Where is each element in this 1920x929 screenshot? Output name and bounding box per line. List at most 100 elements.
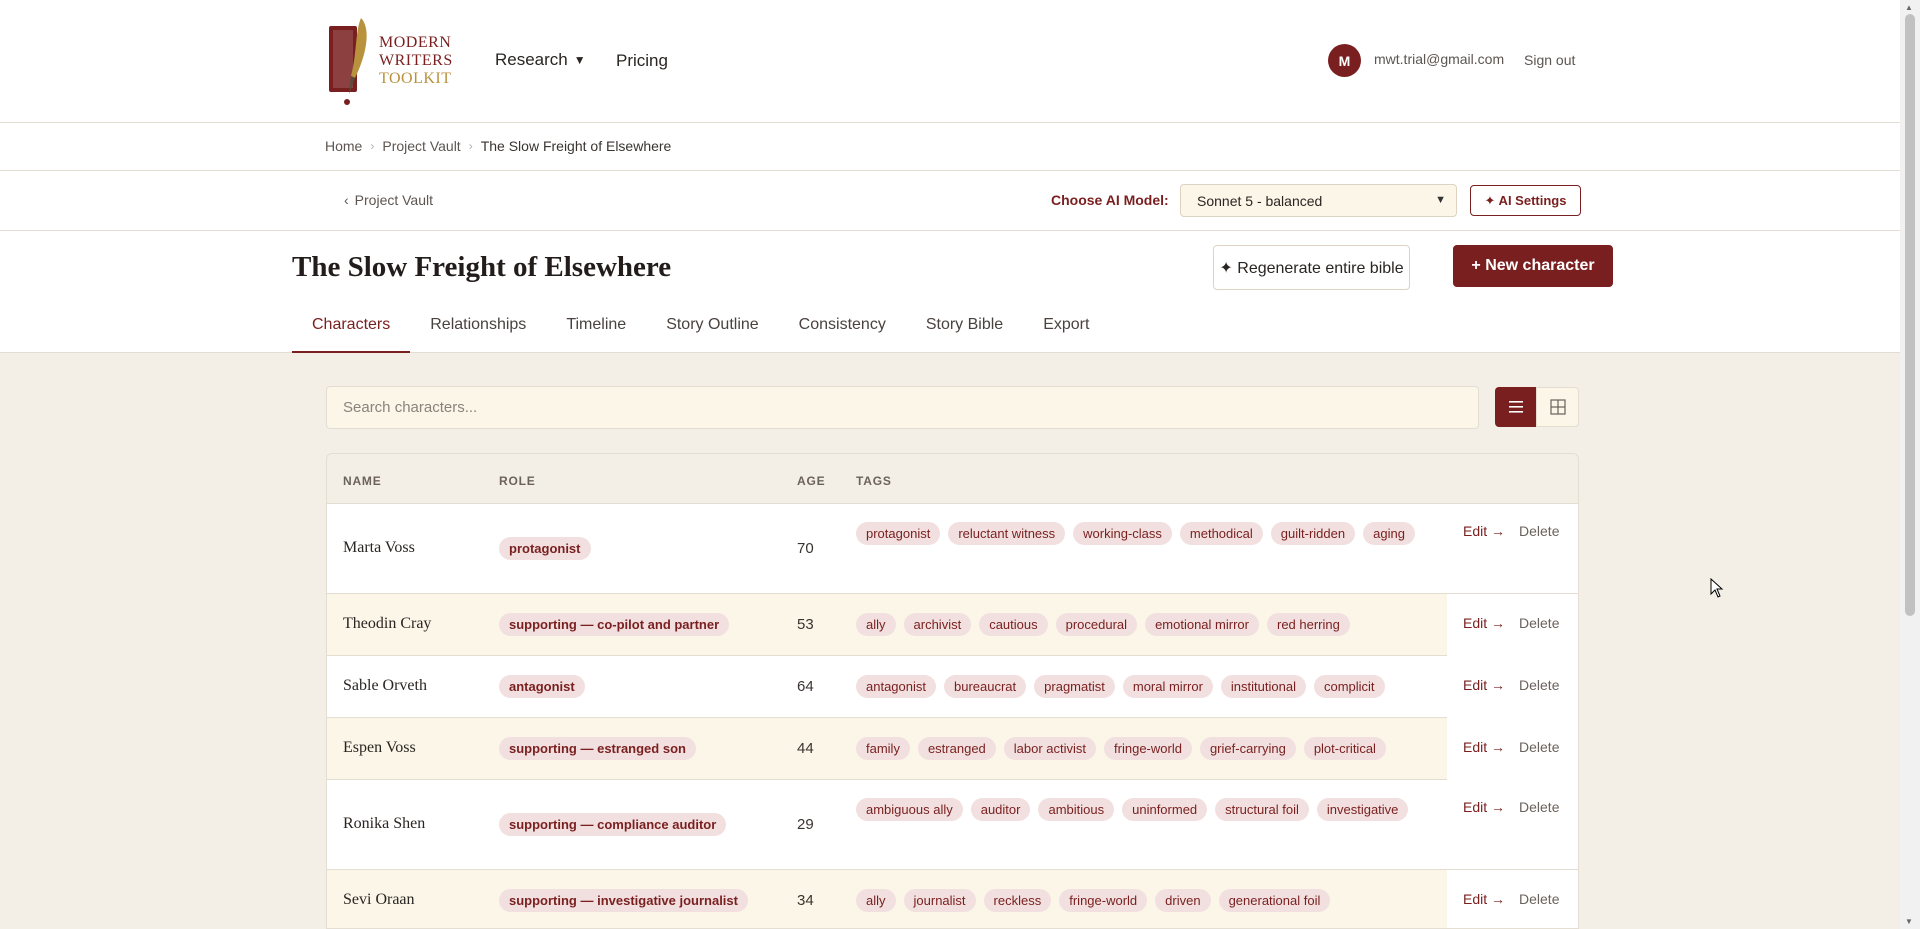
tag-chip: cautious <box>979 613 1048 636</box>
edit-character-link[interactable]: Edit → <box>1463 739 1505 755</box>
role-cell: supporting — estranged son <box>499 737 696 760</box>
back-to-project-vault[interactable]: ‹ Project Vault <box>344 192 433 208</box>
edit-character-link[interactable]: Edit → <box>1463 799 1505 815</box>
table-header: NAME ROLE AGE TAGS <box>327 454 1578 504</box>
character-age: 34 <box>797 892 814 909</box>
delete-character-button[interactable]: Delete <box>1519 799 1559 815</box>
tag-chip: driven <box>1155 889 1211 912</box>
role-cell: supporting — co-pilot and partner <box>499 613 730 636</box>
brand-line-3: TOOLKIT <box>379 70 452 87</box>
tag-chip: auditor <box>970 798 1031 821</box>
table-row: Ronika Shen supporting — compliance audit… <box>327 780 1578 870</box>
tab-relationships[interactable]: Relationships <box>410 307 546 353</box>
ai-model-value: Sonnet 5 - balanced <box>1197 192 1323 209</box>
character-age: 29 <box>797 816 814 833</box>
edit-character-link[interactable]: Edit → <box>1463 891 1505 907</box>
role-badge: supporting — estranged son <box>499 737 696 760</box>
role-cell: supporting — compliance auditor <box>499 813 727 836</box>
tag-chip: antagonist <box>856 675 936 698</box>
tab-story-bible[interactable]: Story Bible <box>906 307 1023 353</box>
brand-logo[interactable]: MODERN WRITERS TOOLKIT <box>325 14 455 108</box>
scroll-up-icon[interactable]: ▲ <box>1905 3 1913 12</box>
delete-character-button[interactable]: Delete <box>1519 523 1559 539</box>
research-menu[interactable]: Research ▼ <box>495 50 586 70</box>
tag-chip: plot-critical <box>1303 737 1386 760</box>
new-character-button[interactable]: + New character <box>1453 245 1613 287</box>
tag-chip: protagonist <box>856 522 941 545</box>
sign-out-link[interactable]: Sign out <box>1524 52 1575 68</box>
row-actions: Edit → Delete <box>1463 799 1559 815</box>
character-age: 53 <box>797 616 814 633</box>
tab-consistency[interactable]: Consistency <box>779 307 906 353</box>
tab-characters[interactable]: Characters <box>292 307 411 353</box>
list-view-button[interactable] <box>1495 387 1536 427</box>
tags-cell: antagonist bureaucrat pragmatist moral mirr… <box>856 675 1416 698</box>
role-cell: antagonist <box>499 675 585 698</box>
tag-chip: uninformed <box>1122 798 1208 821</box>
character-name: Marta Voss <box>343 539 415 556</box>
tab-export[interactable]: Export <box>1023 307 1109 353</box>
tag-chip: institutional <box>1220 675 1306 698</box>
delete-character-button[interactable]: Delete <box>1519 891 1559 907</box>
character-search-input[interactable] <box>326 386 1479 429</box>
role-badge: protagonist <box>499 537 591 560</box>
tags-cell: ally journalist reckless fringe-world driven… <box>856 889 1416 912</box>
breadcrumb-project-vault[interactable]: Project Vault <box>382 138 460 154</box>
quill-book-logo-icon <box>329 18 367 105</box>
role-badge: supporting — co-pilot and partner <box>499 613 730 636</box>
tag-chip: moral mirror <box>1122 675 1213 698</box>
table-row: Sevi Oraan supporting — investigative jou… <box>327 870 1578 928</box>
chevron-right-icon: › <box>370 139 375 153</box>
delete-character-button[interactable]: Delete <box>1519 739 1559 755</box>
tag-chip: bureaucrat <box>944 675 1027 698</box>
ai-model-select[interactable]: Sonnet 5 - balanced ▼ <box>1180 184 1457 217</box>
avatar[interactable]: M <box>1328 44 1361 77</box>
edit-character-link[interactable]: Edit → <box>1463 523 1505 539</box>
tag-chip: red herring <box>1266 613 1350 636</box>
header-tags: TAGS <box>856 474 892 488</box>
back-link-label: Project Vault <box>354 192 434 208</box>
grid-icon <box>1549 399 1566 415</box>
tags-cell: protagonist reluctant witness working-clas… <box>856 522 1416 545</box>
tag-chip: grief-carrying <box>1199 737 1296 760</box>
character-name: Espen Voss <box>343 739 416 756</box>
header-role: ROLE <box>499 474 536 488</box>
ai-settings-button[interactable]: ✦ AI Settings <box>1470 185 1581 216</box>
row-actions: Edit → Delete <box>1463 677 1559 693</box>
chevron-left-icon: ‹ <box>344 192 349 208</box>
delete-character-button[interactable]: Delete <box>1519 677 1559 693</box>
tag-chip: generational foil <box>1218 889 1331 912</box>
character-age: 44 <box>797 740 814 757</box>
tab-timeline[interactable]: Timeline <box>546 307 646 353</box>
tab-story-outline[interactable]: Story Outline <box>646 307 778 353</box>
scrollbar-thumb[interactable] <box>1905 14 1915 616</box>
edit-character-link[interactable]: Edit → <box>1463 615 1505 631</box>
table-row: Theodin Cray supporting — co-pilot and pa… <box>327 594 1578 656</box>
tag-chip: journalist <box>903 889 976 912</box>
tag-chip: investigative <box>1316 798 1409 821</box>
tag-chip: fringe-world <box>1059 889 1148 912</box>
table-row: Sable Orveth antagonist 64 antagonist bureau… <box>327 656 1578 718</box>
tag-chip: ambitious <box>1038 798 1115 821</box>
scroll-down-icon[interactable]: ▼ <box>1905 917 1913 926</box>
breadcrumb-home[interactable]: Home <box>325 138 362 154</box>
tag-chip: family <box>856 737 910 760</box>
row-actions: Edit → Delete <box>1463 523 1559 539</box>
tag-chip: pragmatist <box>1034 675 1115 698</box>
row-actions: Edit → Delete <box>1463 615 1559 631</box>
tags-cell: ally archivist cautious procedural emotional… <box>856 613 1416 636</box>
delete-character-button[interactable]: Delete <box>1519 615 1559 631</box>
grid-view-button[interactable] <box>1536 387 1579 427</box>
header-age: AGE <box>797 474 826 488</box>
tag-chip: ally <box>856 889 896 912</box>
page-scrollbar[interactable]: ▲ ▼ <box>1900 0 1920 929</box>
edit-character-link[interactable]: Edit → <box>1463 677 1505 693</box>
regenerate-bible-button[interactable]: ✦ Regenerate entire bible <box>1213 245 1410 290</box>
table-row: Espen Voss supporting — estranged son 44 fa… <box>327 718 1578 780</box>
pricing-link[interactable]: Pricing <box>616 51 668 71</box>
project-tabs: Characters Relationships Timeline Story … <box>292 307 1109 353</box>
role-badge: supporting — investigative journalist <box>499 889 748 912</box>
tag-chip: ally <box>856 613 896 636</box>
row-actions: Edit → Delete <box>1463 739 1559 755</box>
brand-line-2: WRITERS <box>379 52 453 69</box>
